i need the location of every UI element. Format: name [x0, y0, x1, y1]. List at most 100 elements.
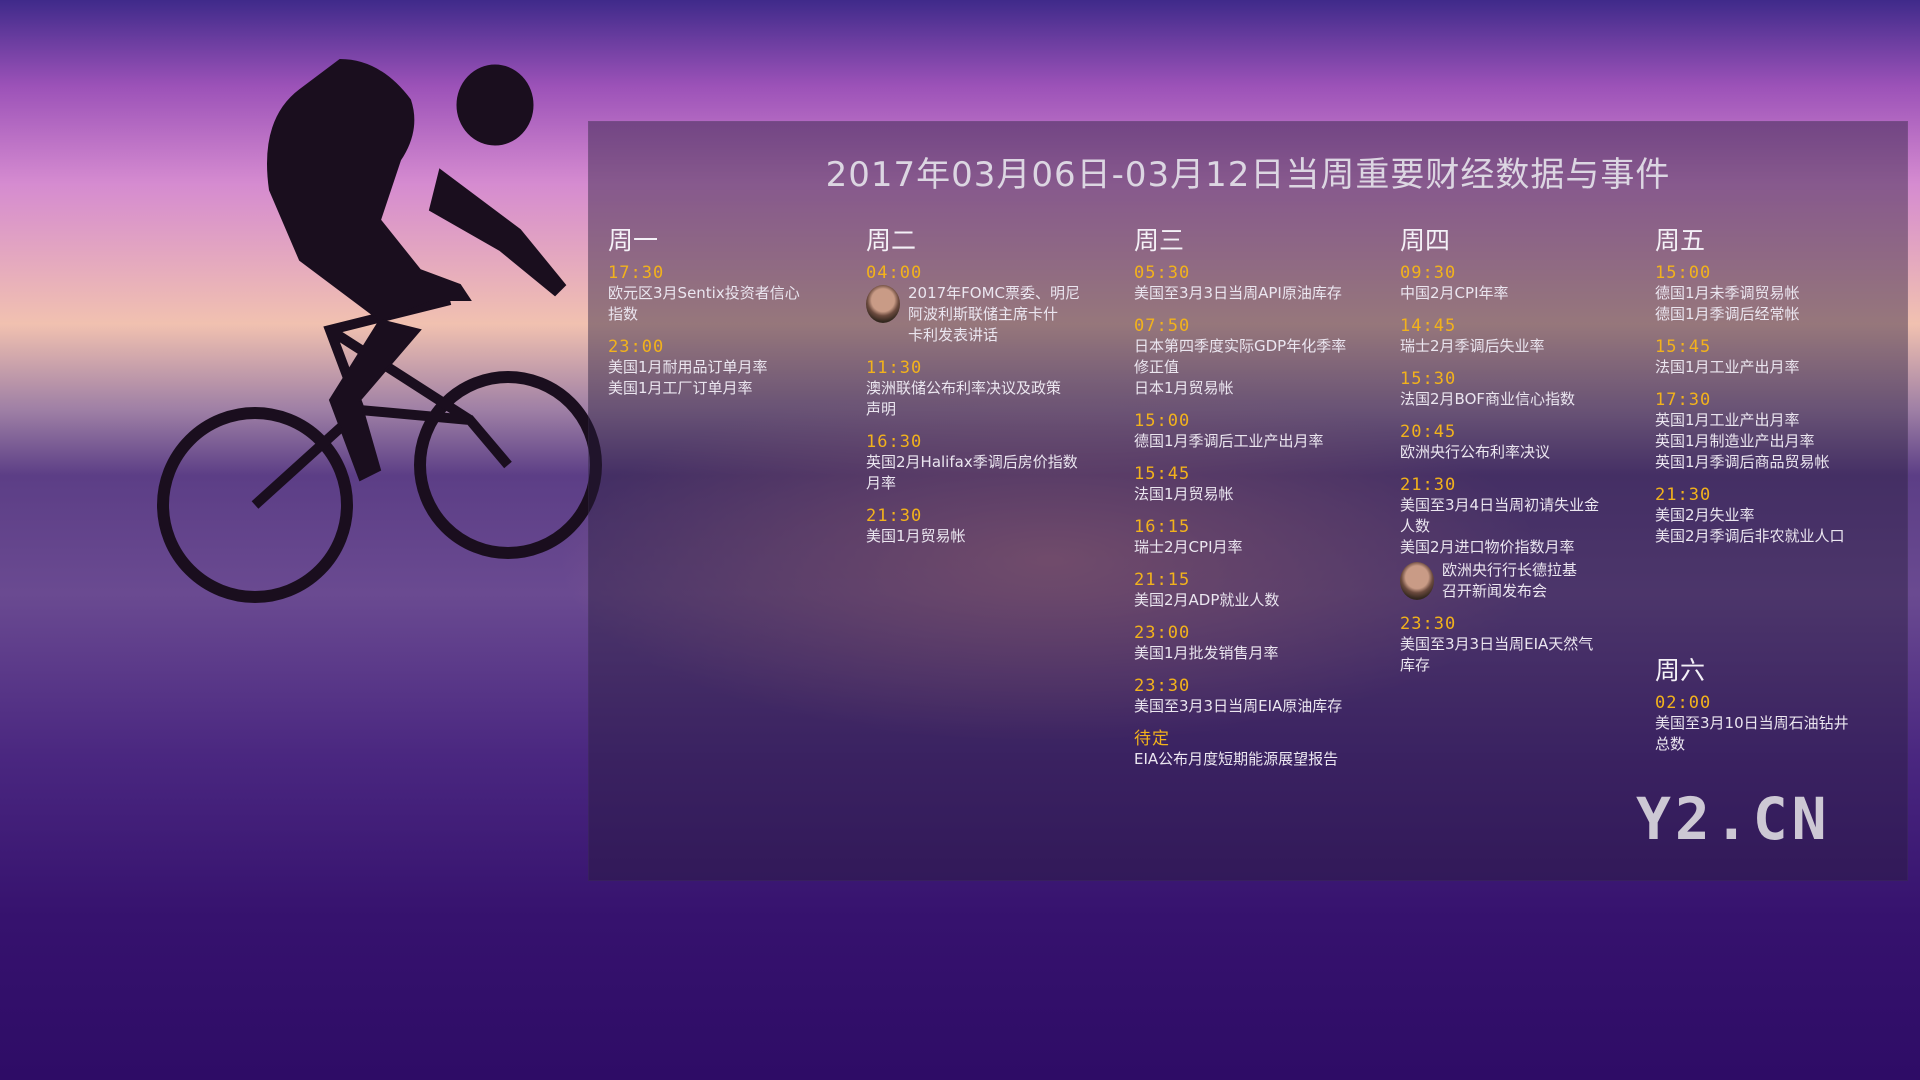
event-item: 07:50 日本第四季度实际GDP年化季率 修正值 日本1月贸易帐	[1134, 316, 1384, 399]
event-item: 15:30 法国2月BOF商业信心指数	[1400, 369, 1640, 410]
event-description: 英国1月制造业产出月率	[1655, 432, 1815, 450]
event-description: 美国1月贸易帐	[866, 527, 966, 545]
event-description: 法国1月工业产出月率	[1655, 358, 1800, 376]
event-time: 17:30	[608, 263, 665, 283]
event-description: 英国2月Halifax季调后房价指数	[866, 453, 1078, 471]
event-description: 声明	[866, 400, 897, 418]
day-heading: 周四	[1400, 226, 1451, 255]
speaker-avatar	[866, 285, 900, 323]
event-item: 15:45 法国1月工业产出月率	[1655, 337, 1895, 378]
event-time: 23:00	[1134, 623, 1191, 643]
event-description: 欧元区3月Sentix投资者信心	[608, 284, 800, 302]
event-item: 23:30 美国至3月3日当周EIA原油库存	[1134, 676, 1384, 717]
event-item: 17:30 英国1月工业产出月率 英国1月制造业产出月率 英国1月季调后商品贸易帐	[1655, 390, 1895, 473]
event-description: 澳洲联储公布利率决议及政策	[866, 379, 1062, 397]
event-item: 23:30 美国至3月3日当周EIA天然气 库存	[1400, 614, 1640, 676]
event-description: 英国1月季调后商品贸易帐	[1655, 453, 1830, 471]
event-item: 16:15 瑞士2月CPI月率	[1134, 517, 1384, 558]
event-time: 04:00	[866, 263, 923, 283]
event-description: 美国1月耐用品订单月率	[608, 358, 768, 376]
event-item: 09:30 中国2月CPI年率	[1400, 263, 1640, 304]
event-description: 美国至3月3日当周EIA天然气	[1400, 635, 1594, 653]
event-description: 2017年FOMC票委、明尼	[908, 284, 1081, 302]
event-description: 法国2月BOF商业信心指数	[1400, 390, 1576, 408]
event-item: 14:45 瑞士2月季调后失业率	[1400, 316, 1640, 357]
event-time: 21:30	[1400, 475, 1457, 495]
day-column: 周二 04:00 2017年FOMC票委、明尼 阿波利斯联储主席卡什 卡利发表讲话 11:…	[866, 225, 1116, 559]
event-description: 美国1月批发销售月率	[1134, 644, 1279, 662]
event-description: 召开新闻发布会	[1442, 582, 1548, 600]
event-description: 美国至3月4日当周初请失业金	[1400, 496, 1600, 514]
event-time: 05:30	[1134, 263, 1191, 283]
event-description: 德国1月未季调贸易帐	[1655, 284, 1800, 302]
event-item: 11:30 澳洲联储公布利率决议及政策 声明	[866, 358, 1116, 420]
day-column: 周三 05:30 美国至3月3日当周API原油库存 07:50 日本第四季度实际GDP年…	[1134, 225, 1384, 782]
event-item: 15:00 德国1月季调后工业产出月率	[1134, 411, 1384, 452]
event-description: 美国2月季调后非农就业人口	[1655, 527, 1845, 545]
event-time: 09:30	[1400, 263, 1457, 283]
day-heading: 周二	[866, 226, 917, 255]
event-description: 美国至3月3日当周EIA原油库存	[1134, 697, 1343, 715]
event-item: 04:00 2017年FOMC票委、明尼 阿波利斯联储主席卡什 卡利发表讲话	[866, 263, 1116, 346]
event-item: 15:45 法国1月贸易帐	[1134, 464, 1384, 505]
event-item: 待定 EIA公布月度短期能源展望报告	[1134, 729, 1384, 770]
event-time: 23:30	[1400, 614, 1457, 634]
day-heading: 周六	[1655, 656, 1706, 685]
event-description: 欧洲央行公布利率决议	[1400, 443, 1551, 461]
day-column: 周五 15:00 德国1月未季调贸易帐 德国1月季调后经常帐 15:45 法国1月工业产出…	[1655, 225, 1895, 559]
event-item: 15:00 德国1月未季调贸易帐 德国1月季调后经常帐	[1655, 263, 1895, 325]
event-description: 库存	[1400, 656, 1431, 674]
event-time: 14:45	[1400, 316, 1457, 336]
day-column: 周四 09:30 中国2月CPI年率 14:45 瑞士2月季调后失业率 15:30 法国2月…	[1400, 225, 1640, 688]
event-time: 16:30	[866, 432, 923, 452]
cyclist-silhouette	[157, 58, 602, 603]
event-time: 21:30	[866, 506, 923, 526]
event-description: 卡利发表讲话	[908, 326, 999, 344]
event-description: 月率	[866, 474, 897, 492]
event-description: 欧洲央行行长德拉基	[1442, 561, 1578, 579]
event-item: 17:30 欧元区3月Sentix投资者信心 指数	[608, 263, 848, 325]
event-time: 23:00	[608, 337, 665, 357]
event-time: 17:30	[1655, 390, 1712, 410]
event-description: 中国2月CPI年率	[1400, 284, 1509, 302]
event-description: 日本1月贸易帐	[1134, 379, 1234, 397]
event-time: 15:45	[1655, 337, 1712, 357]
event-item: 02:00 美国至3月10日当周石油钻井 总数	[1655, 693, 1895, 755]
event-item: 21:30 美国1月贸易帐	[866, 506, 1116, 547]
event-item: 21:30 美国2月失业率美国2月季调后非农就业人口	[1655, 485, 1895, 547]
event-item: 16:30 英国2月Halifax季调后房价指数 月率	[866, 432, 1116, 494]
event-time: 21:15	[1134, 570, 1191, 590]
event-description: 美国至3月10日当周石油钻井	[1655, 714, 1849, 732]
event-time: 23:30	[1134, 676, 1191, 696]
event-item: 21:15 美国2月ADP就业人数	[1134, 570, 1384, 611]
event-time: 15:00	[1134, 411, 1191, 431]
event-description: 德国1月季调后经常帐	[1655, 305, 1800, 323]
event-time: 15:30	[1400, 369, 1457, 389]
event-description: 美国1月工厂订单月率	[608, 379, 753, 397]
event-description: 瑞士2月季调后失业率	[1400, 337, 1545, 355]
event-time: 15:45	[1134, 464, 1191, 484]
event-description: 美国2月失业率	[1655, 506, 1755, 524]
event-item: 05:30 美国至3月3日当周API原油库存	[1134, 263, 1384, 304]
event-time: 15:00	[1655, 263, 1712, 283]
event-description: 修正值	[1134, 358, 1180, 376]
event-description: 阿波利斯联储主席卡什	[908, 305, 1059, 323]
event-item: 20:45 欧洲央行公布利率决议	[1400, 422, 1640, 463]
day-heading: 周三	[1134, 226, 1185, 255]
event-time: 21:30	[1655, 485, 1712, 505]
event-item: 23:00 美国1月批发销售月率	[1134, 623, 1384, 664]
event-description: 美国至3月3日当周API原油库存	[1134, 284, 1342, 302]
day-column: 周一 17:30 欧元区3月Sentix投资者信心 指数 23:00 美国1月耐用品订单月…	[608, 225, 848, 411]
event-time: 07:50	[1134, 316, 1191, 336]
calendar-panel: 2017年03月06日-03月12日当周重要财经数据与事件 周一 17:30 欧元区…	[588, 121, 1908, 881]
speaker-avatar	[1400, 562, 1434, 600]
event-description: 总数	[1655, 735, 1686, 753]
event-item: 21:30 美国至3月4日当周初请失业金 人数 美国2月进口物价指数月率 欧洲央行行长德…	[1400, 475, 1640, 602]
day-heading: 周五	[1655, 226, 1706, 255]
event-description: 指数	[608, 305, 639, 323]
event-time: 11:30	[866, 358, 923, 378]
event-time: 02:00	[1655, 693, 1712, 713]
event-description: EIA公布月度短期能源展望报告	[1134, 750, 1339, 768]
event-description: 瑞士2月CPI月率	[1134, 538, 1243, 556]
event-description: 英国1月工业产出月率	[1655, 411, 1800, 429]
